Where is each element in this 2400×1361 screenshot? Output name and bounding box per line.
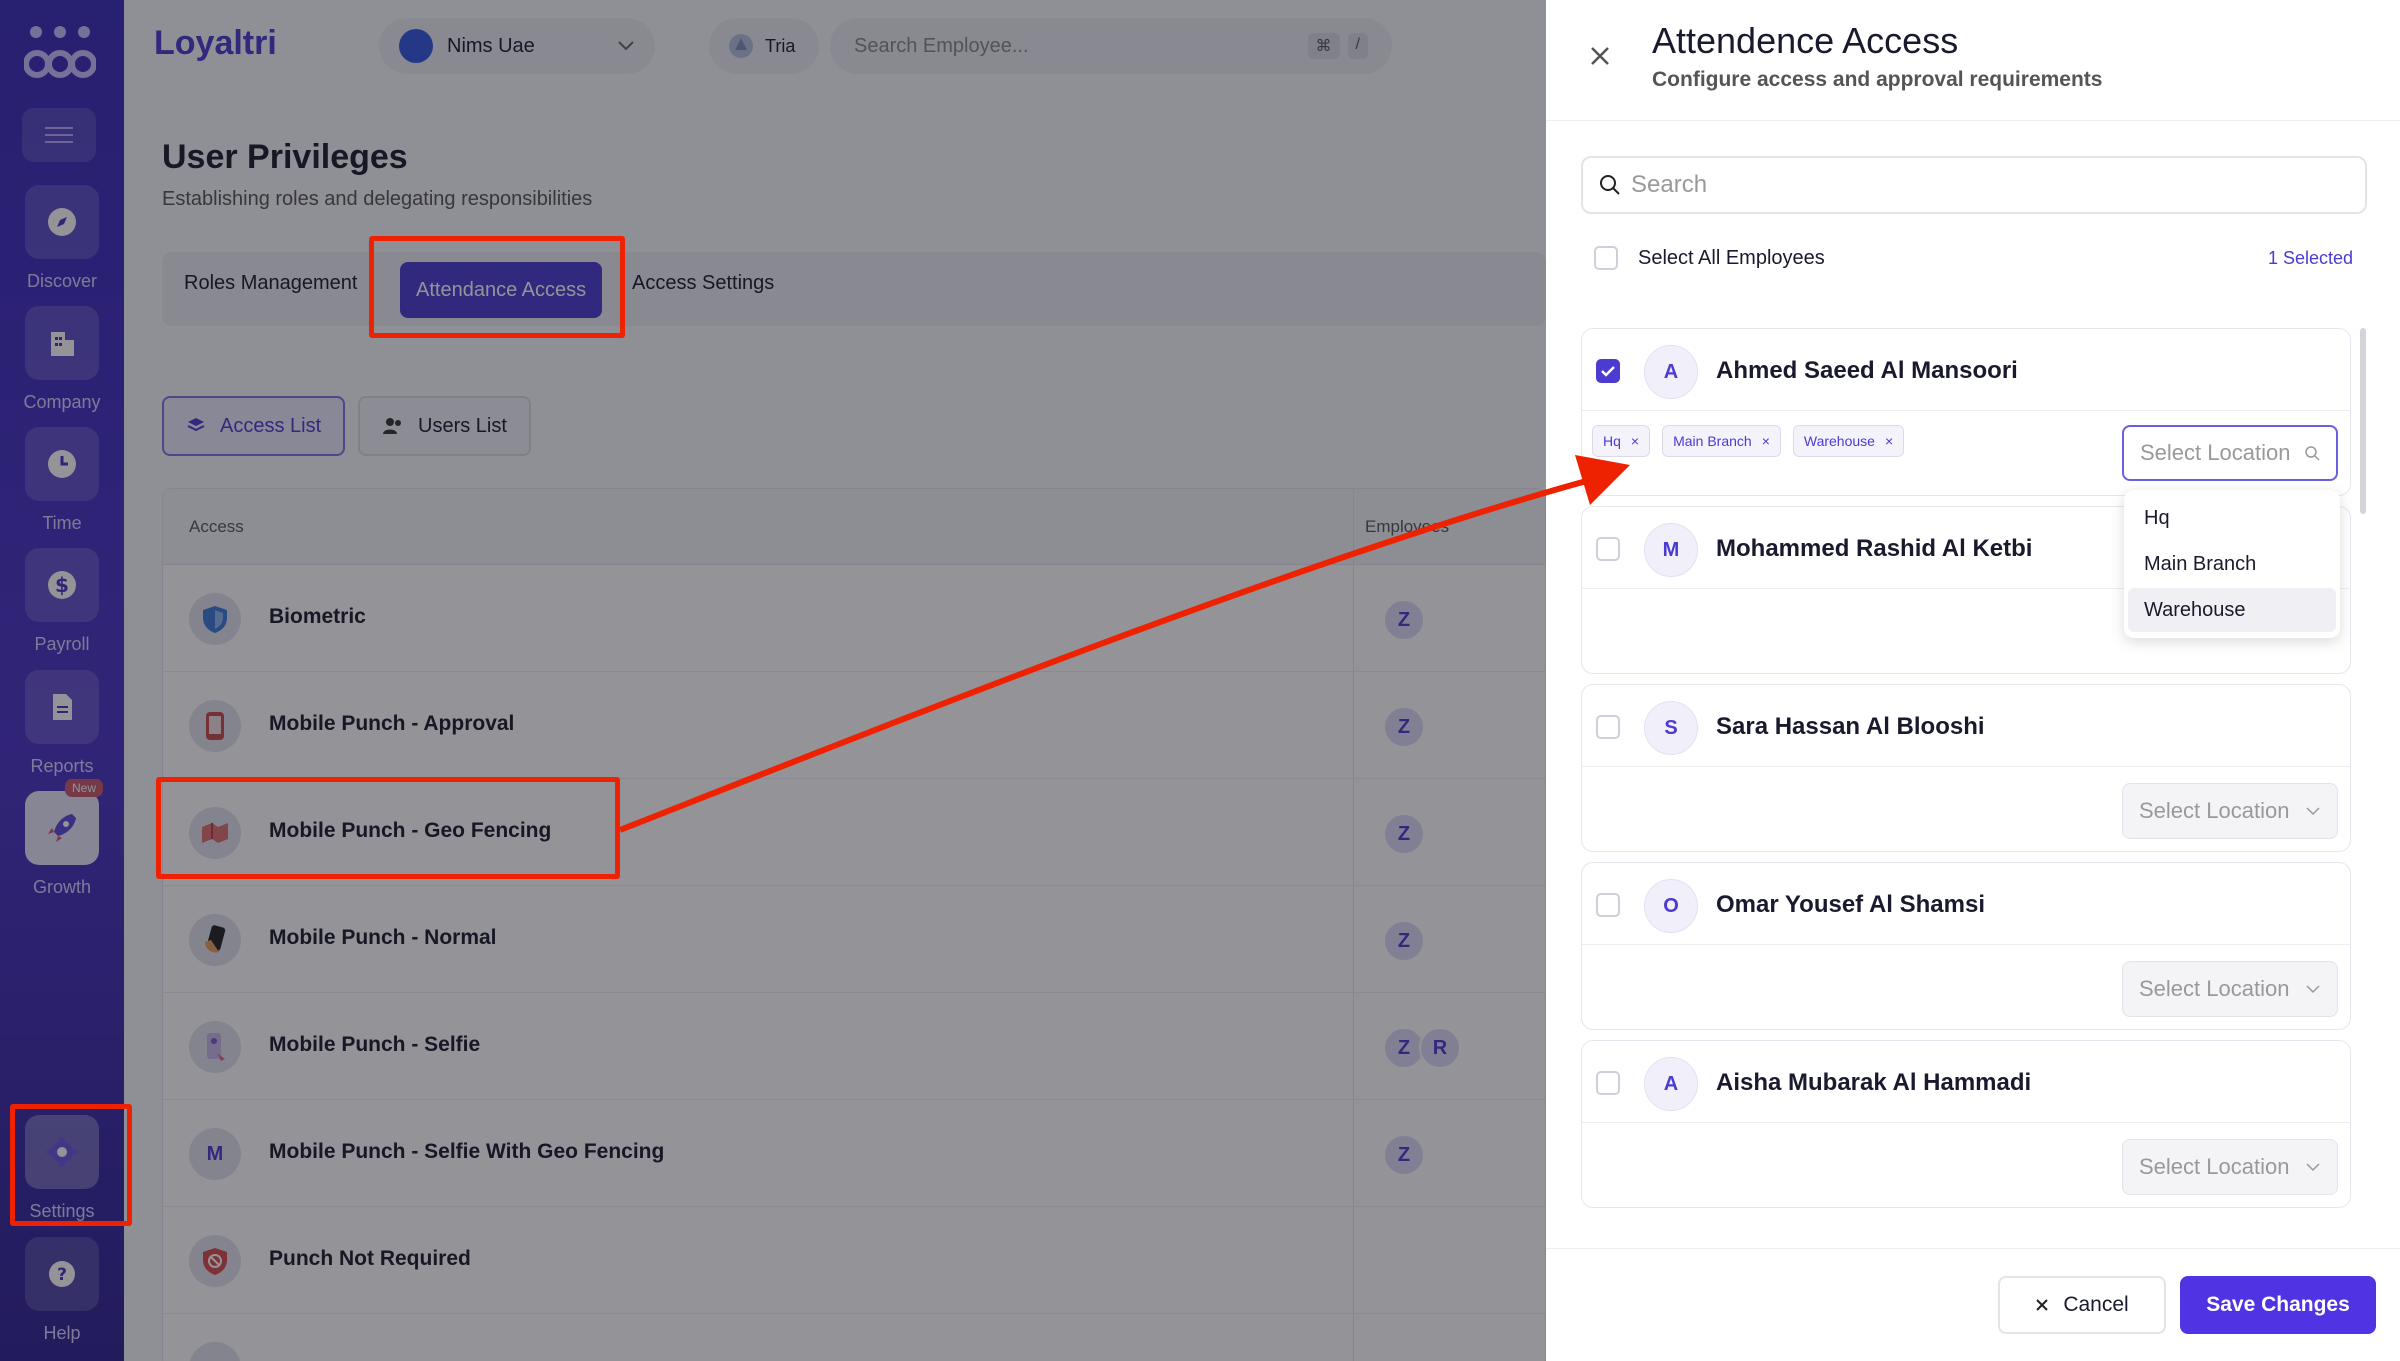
dropdown-option-warehouse[interactable]: Warehouse xyxy=(2128,588,2336,632)
annotation-highlight-settings xyxy=(10,1104,132,1226)
dropdown-option-hq[interactable]: Hq xyxy=(2128,496,2336,540)
location-chip: Main Branch × xyxy=(1662,425,1781,457)
annotation-highlight-attendance-tab xyxy=(369,236,625,338)
drawer-divider xyxy=(1546,120,2400,121)
dropdown-option-main-branch[interactable]: Main Branch xyxy=(2128,542,2336,586)
employee-checkbox[interactable] xyxy=(1596,1071,1620,1095)
select-all-label: Select All Employees xyxy=(1638,246,1825,269)
employee-name: Ahmed Saeed Al Mansoori xyxy=(1716,357,2018,384)
employee-card-header: A Ahmed Saeed Al Mansoori xyxy=(1582,329,2350,411)
chip-label: Hq xyxy=(1603,433,1621,449)
employee-card-header: A Aisha Mubarak Al Hammadi xyxy=(1582,1041,2350,1123)
search-icon xyxy=(2305,446,2320,461)
chevron-down-icon xyxy=(2306,985,2320,994)
chip-remove-icon[interactable]: × xyxy=(1885,433,1893,449)
employee-checkbox[interactable] xyxy=(1596,537,1620,561)
location-select-placeholder: Select Location xyxy=(2139,798,2290,823)
location-chip: Warehouse × xyxy=(1792,425,1905,457)
location-chip: Hq × xyxy=(1592,425,1651,457)
search-icon xyxy=(1600,175,1620,195)
employee-search-field[interactable]: Search xyxy=(1581,156,2367,214)
cancel-label: Cancel xyxy=(2063,1293,2129,1316)
modal-backdrop[interactable] xyxy=(0,0,1546,1361)
employee-card: O Omar Yousef Al Shamsi Select Location xyxy=(1581,862,2351,1030)
chevron-down-icon xyxy=(2306,1163,2320,1172)
employee-avatar: A xyxy=(1644,345,1698,399)
employee-name: Aisha Mubarak Al Hammadi xyxy=(1716,1069,2032,1096)
employee-list: A Ahmed Saeed Al Mansoori Hq × Main Branc… xyxy=(1581,328,2367,1208)
employee-card: A Ahmed Saeed Al Mansoori Hq × Main Branc… xyxy=(1581,328,2351,496)
employee-avatar: O xyxy=(1644,879,1698,933)
search-placeholder: Search xyxy=(1631,171,1708,198)
location-select[interactable]: Select Location xyxy=(2122,783,2338,839)
chevron-down-icon xyxy=(2306,807,2320,816)
location-select[interactable]: Select Location xyxy=(2122,1139,2338,1195)
employee-card-header: S Sara Hassan Al Blooshi xyxy=(1582,685,2350,767)
save-changes-button[interactable]: Save Changes xyxy=(2180,1276,2376,1334)
employee-avatar: M xyxy=(1644,523,1698,577)
cancel-button[interactable]: Cancel xyxy=(1998,1276,2166,1334)
employee-card-header: O Omar Yousef Al Shamsi xyxy=(1582,863,2350,945)
annotation-highlight-geo-fencing-row xyxy=(156,777,620,879)
drawer-title: Attendence Access xyxy=(1652,20,1959,61)
location-select[interactable]: Select Location xyxy=(2122,425,2338,481)
select-all-employees[interactable]: Select All Employees xyxy=(1594,246,1825,270)
location-dropdown: Hq Main Branch Warehouse xyxy=(2124,490,2340,638)
chip-label: Warehouse xyxy=(1803,433,1875,449)
location-select-placeholder: Select Location xyxy=(2139,976,2290,1001)
employee-card: S Sara Hassan Al Blooshi Select Location xyxy=(1581,684,2351,852)
employee-name: Omar Yousef Al Shamsi xyxy=(1716,891,1985,918)
employee-card: A Aisha Mubarak Al Hammadi Select Locati… xyxy=(1581,1040,2351,1208)
employee-checkbox[interactable] xyxy=(1596,715,1620,739)
location-select-placeholder: Select Location xyxy=(2139,1154,2290,1179)
employee-name: Mohammed Rashid Al Ketbi xyxy=(1716,535,2033,562)
employee-checkbox[interactable] xyxy=(1596,359,1620,383)
location-chips: Hq × Main Branch × Warehouse × xyxy=(1592,425,1905,457)
employee-avatar: S xyxy=(1644,701,1698,755)
employee-avatar: A xyxy=(1644,1057,1698,1111)
location-select[interactable]: Select Location xyxy=(2122,961,2338,1017)
location-select-placeholder: Select Location xyxy=(2140,440,2291,465)
chip-remove-icon[interactable]: × xyxy=(1631,433,1639,449)
chip-remove-icon[interactable]: × xyxy=(1762,433,1770,449)
drawer-subtitle: Configure access and approval requiremen… xyxy=(1652,68,2103,91)
close-icon[interactable] xyxy=(1584,40,1616,72)
chip-label: Main Branch xyxy=(1673,433,1752,449)
drawer-scrollbar[interactable] xyxy=(2360,328,2366,514)
check-icon xyxy=(1601,366,1615,377)
selected-count: 1 Selected xyxy=(2268,248,2354,268)
select-all-checkbox[interactable] xyxy=(1594,246,1618,270)
close-icon xyxy=(2036,1299,2049,1311)
employee-checkbox[interactable] xyxy=(1596,893,1620,917)
employee-name: Sara Hassan Al Blooshi xyxy=(1716,713,1985,740)
